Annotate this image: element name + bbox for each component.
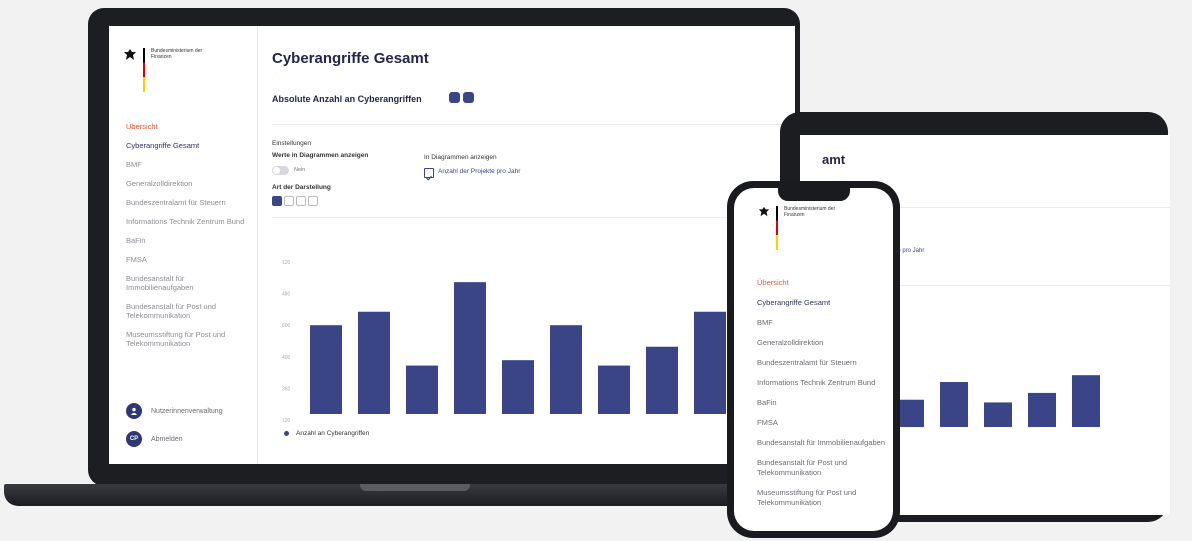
bar[interactable] [502, 360, 534, 414]
phone-nav-item-item-2[interactable]: BMF [757, 318, 887, 328]
tablet-bar-chart [896, 375, 1100, 427]
divider [272, 217, 795, 218]
user-admin-link[interactable]: Nutzerinnenverwaltung [126, 403, 223, 419]
laptop-hinge [360, 484, 470, 491]
bar[interactable] [550, 325, 582, 414]
main-content: Cyberangriffe Gesamt Absolute Anzahl an … [272, 26, 795, 464]
phone-logo[interactable]: Bundesministerium der Finanzen [758, 206, 844, 250]
legend-marker [284, 431, 289, 436]
y-tick-label: 120 [282, 418, 291, 424]
phone-nav-item-item-4[interactable]: Bundeszentralamt für Steuern [757, 358, 887, 368]
sidebar: Bundesministerium der Finanzen Übersicht… [109, 26, 258, 464]
tablet-page-title: amt [822, 152, 846, 167]
bar[interactable] [646, 346, 678, 414]
phone-nav-item-item-9[interactable]: Bundesanstalt für Post und Telekommunika… [757, 458, 887, 478]
logo-text: Bundesministerium der Finanzen [784, 206, 836, 218]
y-tick-label: 120 [282, 260, 291, 266]
phone-nav-item-item-10[interactable]: Museumsstiftung für Post und Telekommuni… [757, 488, 887, 508]
sidebar-item-item-4[interactable]: Bundeszentralamt für Steuern [126, 198, 251, 207]
print-icon[interactable] [463, 92, 474, 103]
projects-checkbox[interactable] [424, 168, 434, 181]
values-label: Werte in Diagrammen anzeigen [272, 152, 369, 159]
logout-label: Abmelden [151, 435, 183, 443]
sidebar-nav: Übersicht Cyberangriffe Gesamt BMF Generalz… [126, 122, 251, 358]
user-icon [126, 403, 142, 419]
phone-notch [778, 188, 850, 201]
sidebar-item-item-8[interactable]: Bundesanstalt für Immobilienaufgaben [126, 274, 251, 292]
toggle-label: Nein [294, 167, 306, 173]
bar[interactable] [406, 365, 438, 414]
sidebar-item-item-5[interactable]: Informations Technik Zentrum Bund [126, 217, 251, 226]
download-icon[interactable] [449, 92, 460, 103]
in-diagram-label: In Diagrammen anzeigen [424, 154, 497, 161]
page-title: Cyberangriffe Gesamt [272, 50, 429, 67]
line-chart-icon[interactable] [296, 196, 306, 206]
logo[interactable]: Bundesministerium der Finanzen [123, 48, 211, 92]
column-chart-icon[interactable] [284, 196, 294, 206]
bar[interactable] [694, 311, 726, 414]
bar[interactable] [984, 402, 1012, 427]
legend-label: Anzahl an Cyberangriffen [296, 430, 370, 437]
sidebar-item-item-9[interactable]: Bundesanstalt für Post und Telekommunika… [126, 302, 251, 320]
bar[interactable] [358, 311, 390, 414]
sidebar-item-item-6[interactable]: BaFin [126, 236, 251, 245]
bar[interactable] [598, 365, 630, 414]
logout-link[interactable]: CP Abmelden [126, 431, 223, 447]
phone-nav-item-item-6[interactable]: BaFin [757, 398, 887, 408]
sidebar-item-item-3[interactable]: Generalzolldirektion [126, 179, 251, 188]
bar[interactable] [310, 325, 342, 414]
sidebar-item-item-0[interactable]: Übersicht [126, 122, 251, 131]
y-tick-label: 600 [282, 323, 291, 329]
sidebar-item-item-10[interactable]: Museumsstiftung für Post und Telekommuni… [126, 330, 251, 348]
avatar: CP [126, 431, 142, 447]
bar-chart-icon[interactable] [272, 196, 282, 206]
eagle-icon [124, 49, 136, 60]
checkbox-label: Anzahl der Projekte pro Jahr [438, 168, 521, 175]
phone-screen: Bundesministerium der Finanzen Übersicht… [734, 188, 893, 531]
bar[interactable] [1028, 392, 1056, 427]
bar[interactable] [896, 399, 924, 427]
sidebar-item-item-7[interactable]: FMSA [126, 255, 251, 264]
export-icons [449, 92, 474, 103]
chart-legend: Anzahl an Cyberangriffen [284, 430, 369, 437]
y-tick-label: 400 [282, 355, 291, 361]
sidebar-item-item-1[interactable]: Cyberangriffe Gesamt [126, 141, 251, 150]
phone-nav-item-item-7[interactable]: FMSA [757, 418, 887, 428]
bar[interactable] [454, 282, 486, 414]
check-icon [426, 175, 432, 181]
phone-nav-item-item-1[interactable]: Cyberangriffe Gesamt [757, 298, 887, 308]
logo-text: Bundesministerium der Finanzen [151, 48, 203, 60]
bar-chart: 120 480 600 400 360 120 [282, 260, 726, 424]
chart-subtitle: Absolute Anzahl an Cyberangriffen [272, 94, 422, 104]
y-tick-label: 360 [282, 386, 291, 392]
flag-bar [143, 48, 145, 92]
eagle-icon [758, 206, 770, 217]
flag-bar [776, 206, 778, 250]
values-toggle[interactable] [272, 166, 289, 175]
bar[interactable] [1072, 375, 1100, 427]
table-icon[interactable] [308, 196, 318, 206]
phone-nav: Übersicht Cyberangriffe Gesamt BMF Generalz… [757, 278, 887, 518]
phone-nav-item-item-5[interactable]: Informations Technik Zentrum Bund [757, 378, 887, 388]
y-tick-label: 480 [282, 292, 291, 298]
settings-heading: Einstellungen [272, 140, 312, 147]
user-admin-label: Nutzerinnenverwaltung [151, 407, 223, 415]
display-type-label: Art der Darstellung [272, 184, 331, 191]
sidebar-footer: Nutzerinnenverwaltung CP Abmelden [126, 403, 223, 459]
display-type-selector [272, 196, 318, 206]
phone-nav-item-item-3[interactable]: Generalzolldirektion [757, 338, 887, 348]
bar[interactable] [940, 382, 968, 427]
phone-nav-item-item-0[interactable]: Übersicht [757, 278, 887, 288]
laptop-screen: Bundesministerium der Finanzen Übersicht… [109, 26, 795, 464]
divider [272, 124, 795, 125]
sidebar-item-item-2[interactable]: BMF [126, 160, 251, 169]
phone-nav-item-item-8[interactable]: Bundesanstalt für Immobilienaufgaben [757, 438, 887, 448]
